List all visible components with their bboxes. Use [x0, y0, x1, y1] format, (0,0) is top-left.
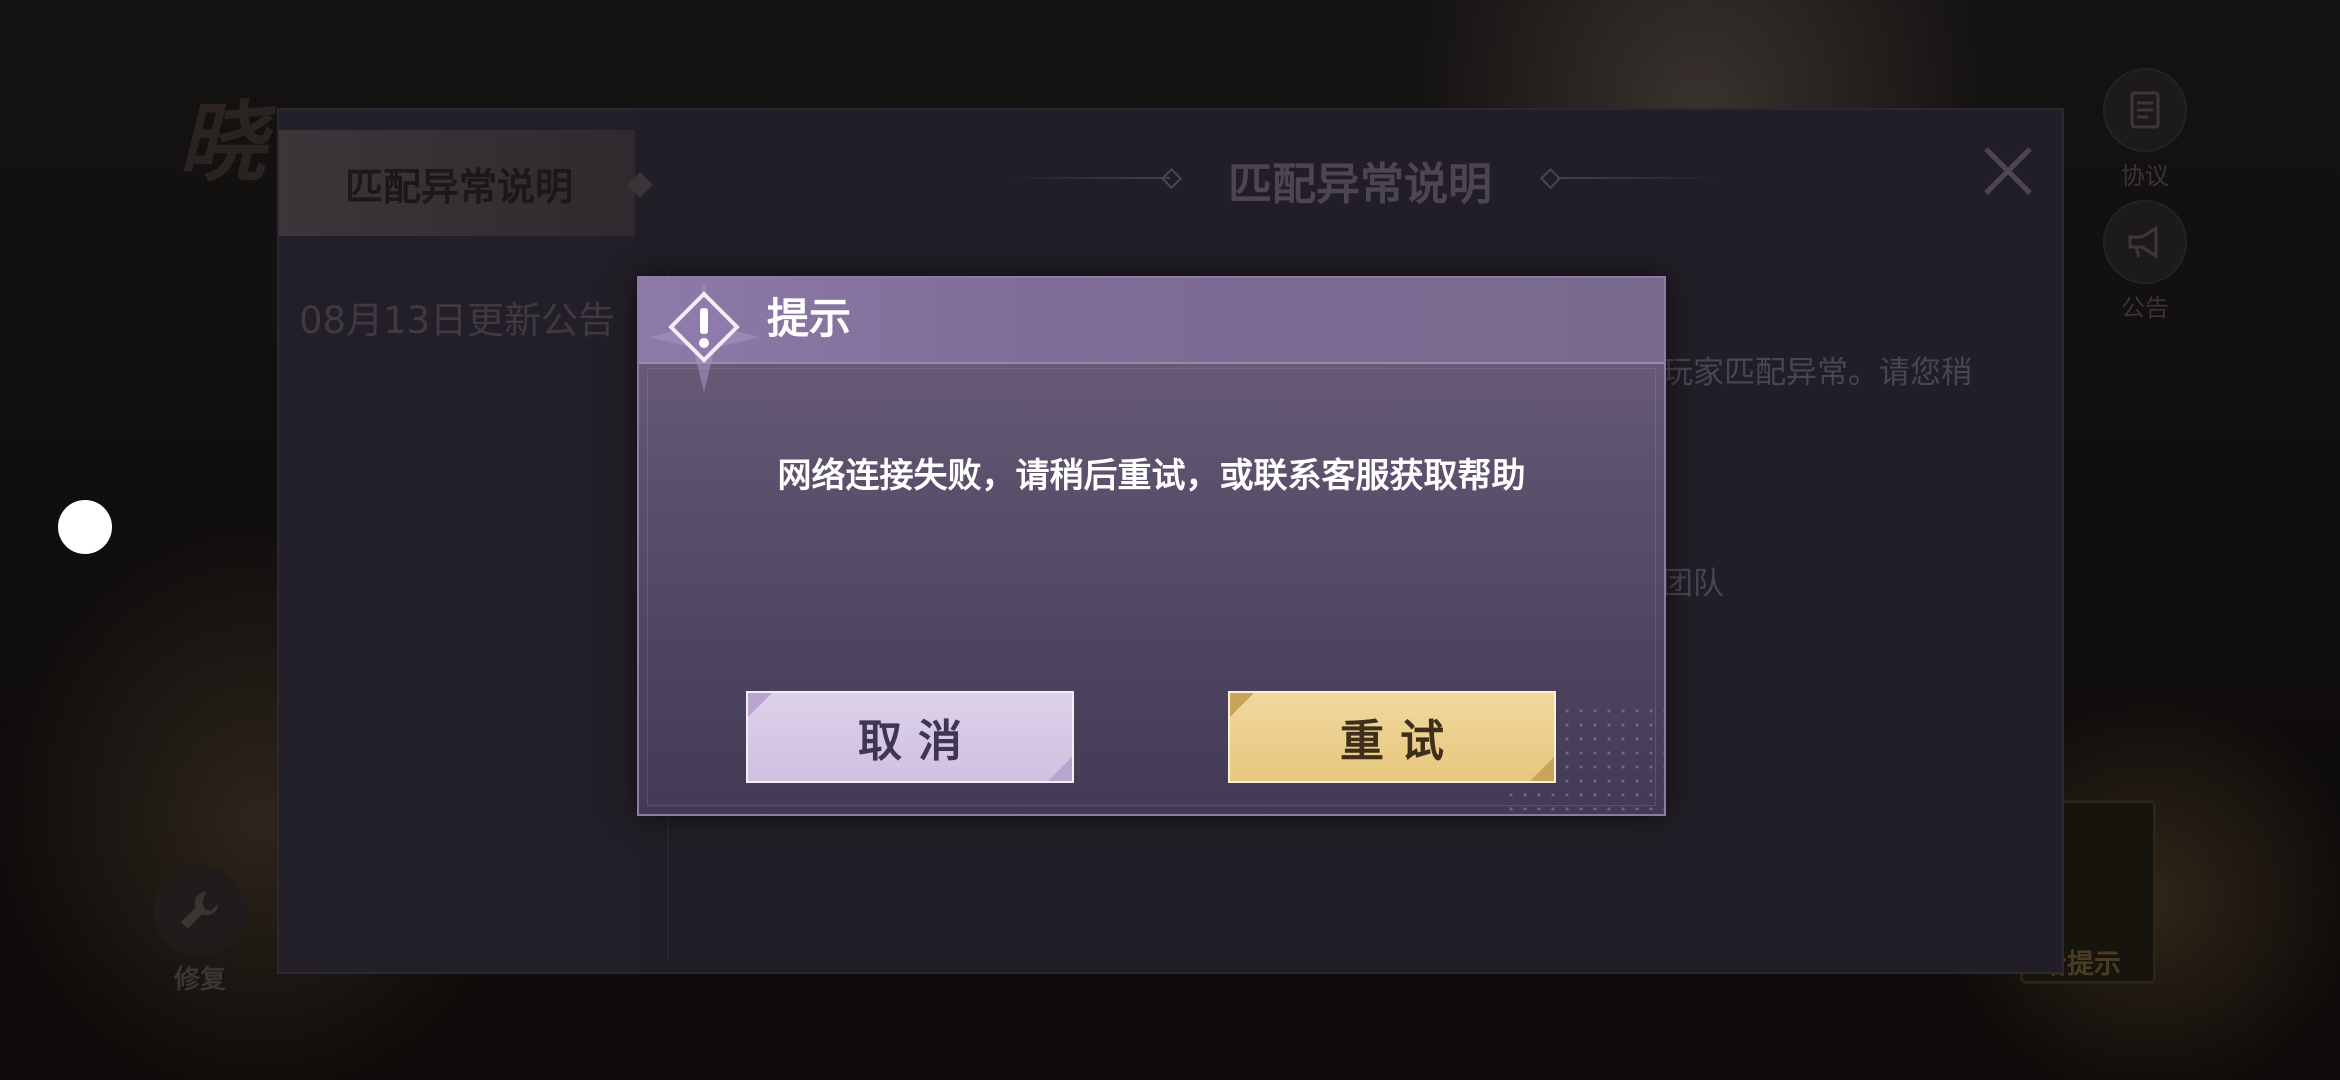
repair-button[interactable]: 修复	[150, 865, 250, 996]
title-divider-left	[1010, 177, 1170, 179]
title-divider-right	[1557, 177, 1717, 179]
cancel-button-label: 取消	[858, 716, 978, 767]
close-icon	[1984, 147, 2032, 195]
cancel-button[interactable]: 取消	[746, 691, 1074, 783]
panel-body-line-1: 玩家匹配异常。请您稍	[1662, 355, 1972, 391]
tab-match-exception[interactable]: 匹配异常说明	[279, 130, 635, 236]
dialog-message: 网络连接失败，请稍后重试，或联系客服获取帮助	[777, 456, 1526, 496]
warning-icon	[649, 282, 759, 392]
panel-close-button[interactable]	[1980, 143, 2036, 199]
notice-button[interactable]: 公告	[2100, 200, 2190, 323]
dialog-title: 提示	[767, 294, 852, 343]
megaphone-icon	[2103, 200, 2187, 284]
wrench-icon	[154, 865, 246, 957]
button-corner-decoration	[748, 693, 772, 717]
tab-update-notice[interactable]: 08月13日更新公告	[299, 290, 615, 344]
retry-button-label: 重试	[1340, 716, 1460, 767]
network-error-dialog: 提示 网络连接失败，请稍后重试，或联系客服获取帮助 取消 重试	[637, 276, 1666, 816]
agreement-label: 协议	[2121, 162, 2169, 190]
panel-body-line-2: 团队	[1662, 566, 1724, 602]
repair-label: 修复	[173, 965, 226, 995]
panel-title: 匹配异常说明	[1228, 159, 1492, 210]
agreement-button[interactable]: 协议	[2100, 68, 2190, 191]
button-corner-decoration	[1530, 757, 1554, 781]
announcement-sidebar: 匹配异常说明 08月13日更新公告	[279, 110, 635, 972]
notice-label: 公告	[2121, 294, 2169, 322]
button-corner-decoration	[1048, 757, 1072, 781]
floating-assistive-button[interactable]	[58, 500, 112, 554]
footer-notice-strip	[370, 1018, 1750, 1068]
button-corner-decoration	[1230, 693, 1254, 717]
retry-button[interactable]: 重试	[1228, 691, 1556, 783]
document-icon	[2103, 68, 2187, 152]
